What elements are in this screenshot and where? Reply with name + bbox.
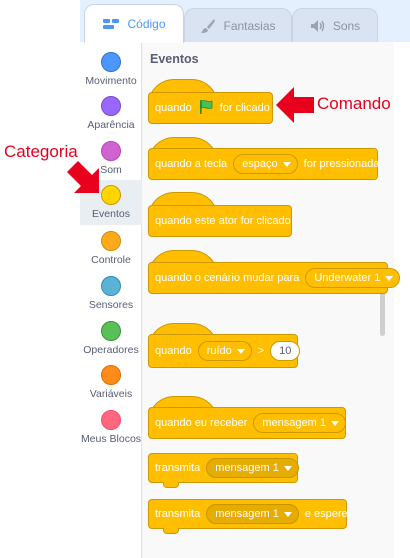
block-text: transmita bbox=[155, 462, 201, 474]
broadcast-dropdown-value: mensagem 1 bbox=[215, 462, 279, 474]
broadcast-wait-dropdown-value: mensagem 1 bbox=[215, 508, 279, 520]
backdrop-dropdown[interactable]: Underwater 1 bbox=[305, 268, 401, 288]
category-my-blocks-dot bbox=[101, 410, 121, 430]
category-looks-dot bbox=[101, 96, 121, 116]
when-sprite-clicked-block[interactable]: quando este ator for clicado bbox=[148, 205, 292, 237]
tab-code[interactable]: Código bbox=[84, 4, 184, 43]
block-text: quando o cenário mudar para bbox=[155, 272, 300, 284]
tab-sounds[interactable]: Sons bbox=[292, 8, 378, 42]
when-sensor-greater-block[interactable]: quando ruído > 10 bbox=[148, 334, 301, 368]
block-notch bbox=[163, 528, 179, 534]
when-backdrop-switches-block[interactable]: quando o cenário mudar para Underwater 1 bbox=[148, 262, 401, 294]
annotation-comando: Comando bbox=[317, 94, 391, 113]
block-notch bbox=[163, 482, 179, 488]
category-control-dot bbox=[101, 231, 121, 251]
when-key-pressed-block[interactable]: quando a tecla espaço for pressionada bbox=[148, 148, 380, 180]
when-i-receive-block[interactable]: quando eu receber mensagem 1 bbox=[148, 407, 346, 439]
category-events-label: Eventos bbox=[92, 208, 130, 220]
speaker-icon bbox=[310, 19, 326, 33]
broadcast-dropdown[interactable]: mensagem 1 bbox=[206, 458, 299, 478]
when-flag-clicked-block[interactable]: quando for clicado bbox=[148, 92, 273, 124]
green-flag-icon bbox=[198, 99, 214, 118]
block-text: e espere bbox=[304, 508, 348, 520]
block-text: transmita bbox=[155, 508, 201, 520]
sensor-dropdown[interactable]: ruído bbox=[197, 341, 252, 361]
category-motion-label: Movimento bbox=[85, 75, 137, 87]
category-my-blocks-label: Meus Blocos bbox=[80, 433, 142, 445]
chevron-down-icon bbox=[282, 161, 291, 167]
chevron-down-icon bbox=[283, 465, 292, 471]
category-sensing[interactable]: Sensores bbox=[80, 274, 142, 319]
category-operators-dot bbox=[101, 321, 121, 341]
block-text: quando bbox=[155, 102, 192, 114]
category-sound-dot bbox=[101, 141, 121, 161]
receive-dropdown-value: mensagem 1 bbox=[262, 417, 326, 429]
chevron-down-icon bbox=[330, 420, 339, 426]
editor-tab-bar: Código Fantasias Sons bbox=[80, 0, 410, 43]
category-operators[interactable]: Operadores bbox=[80, 319, 142, 364]
block-text: for clicado bbox=[219, 102, 270, 114]
section-title: Eventos bbox=[150, 52, 199, 66]
category-menu: Movimento Aparência Som Eventos Controle… bbox=[80, 42, 142, 558]
code-icon bbox=[102, 17, 120, 31]
broadcast-block[interactable]: transmita mensagem 1 bbox=[148, 453, 299, 483]
category-looks-label: Aparência bbox=[87, 119, 135, 131]
category-operators-label: Operadores bbox=[83, 344, 139, 356]
receive-dropdown[interactable]: mensagem 1 bbox=[253, 413, 346, 433]
category-sensing-dot bbox=[101, 276, 121, 296]
operator-text: > bbox=[257, 345, 265, 357]
category-variables-dot bbox=[101, 365, 121, 385]
annotation-arrow-down-right-icon bbox=[67, 161, 99, 193]
tab-costumes[interactable]: Fantasias bbox=[184, 8, 292, 42]
chevron-down-icon bbox=[236, 348, 245, 354]
chevron-down-icon bbox=[385, 275, 394, 281]
sensor-value-input[interactable]: 10 bbox=[270, 341, 301, 361]
annotation-categoria: Categoria bbox=[4, 142, 78, 161]
category-variables[interactable]: Variáveis bbox=[80, 363, 142, 408]
backdrop-dropdown-value: Underwater 1 bbox=[314, 272, 381, 284]
category-motion[interactable]: Movimento bbox=[80, 50, 142, 95]
category-events-dot bbox=[101, 185, 121, 205]
category-control[interactable]: Controle bbox=[80, 229, 142, 274]
key-dropdown[interactable]: espaço bbox=[233, 154, 298, 174]
category-motion-dot bbox=[101, 52, 121, 72]
category-sensing-label: Sensores bbox=[88, 299, 134, 311]
category-looks[interactable]: Aparência bbox=[80, 94, 142, 139]
tab-code-label: Código bbox=[127, 17, 166, 31]
tab-costumes-label: Fantasias bbox=[223, 18, 276, 33]
paintbrush-icon bbox=[200, 18, 216, 34]
broadcast-and-wait-block[interactable]: transmita mensagem 1 e espere bbox=[148, 499, 348, 529]
block-text: quando a tecla bbox=[155, 158, 228, 170]
chevron-down-icon bbox=[283, 511, 292, 517]
block-text: quando este ator for clicado bbox=[155, 215, 291, 227]
sensor-dropdown-value: ruído bbox=[206, 345, 232, 357]
category-sound-label: Som bbox=[100, 164, 122, 176]
category-my-blocks[interactable]: Meus Blocos bbox=[80, 408, 142, 453]
block-text: quando eu receber bbox=[155, 417, 248, 429]
broadcast-wait-dropdown[interactable]: mensagem 1 bbox=[206, 504, 299, 524]
key-dropdown-value: espaço bbox=[242, 158, 278, 170]
category-control-label: Controle bbox=[91, 254, 131, 266]
block-text: quando bbox=[155, 345, 192, 357]
annotation-arrow-left-icon bbox=[276, 87, 314, 123]
category-variables-label: Variáveis bbox=[89, 388, 133, 400]
block-text: for pressionada bbox=[303, 158, 380, 170]
tab-sounds-label: Sons bbox=[332, 18, 361, 33]
